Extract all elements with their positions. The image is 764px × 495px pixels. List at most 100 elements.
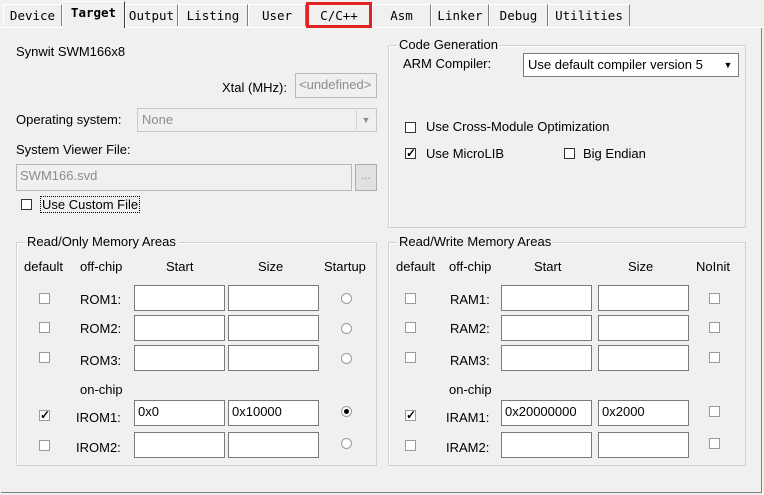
ram2-default-checkbox[interactable] — [405, 322, 416, 333]
svd-browse-button[interactable]: ... — [355, 164, 377, 191]
compiler-label: ARM Compiler: — [403, 56, 492, 71]
ram3-label: RAM3: — [450, 353, 490, 368]
microlib-label: Use MicroLIB — [426, 146, 505, 161]
ram1-start-input[interactable] — [501, 285, 592, 311]
ram1-noinit-checkbox[interactable] — [709, 293, 720, 304]
ram1-label: RAM1: — [450, 292, 490, 307]
ram3-start-input[interactable] — [501, 345, 592, 371]
tab-debug[interactable]: Debug — [489, 4, 548, 26]
ram3-noinit-checkbox[interactable] — [709, 352, 720, 363]
rom3-default-checkbox[interactable] — [39, 352, 50, 363]
iram1-noinit-checkbox[interactable] — [709, 406, 720, 417]
ram2-start-input[interactable] — [501, 315, 592, 341]
rom2-label: ROM2: — [80, 321, 122, 336]
os-label: Operating system: — [16, 112, 122, 127]
ram2-size-input[interactable] — [598, 315, 689, 341]
ram2-label: RAM2: — [450, 321, 490, 336]
checkmark-icon: ✓ — [40, 408, 51, 422]
rw-header-size: Size — [628, 259, 654, 274]
cross-module-checkbox[interactable] — [405, 122, 416, 133]
custom-file-label: Use Custom File — [40, 196, 141, 213]
rom2-default-checkbox[interactable] — [39, 322, 50, 333]
rom3-startup-radio[interactable] — [341, 353, 352, 364]
irom1-label: IROM1: — [76, 410, 121, 425]
code-generation-title: Code Generation — [397, 37, 501, 52]
iram2-size-input[interactable] — [598, 432, 689, 458]
iram1-size-input[interactable]: 0x2000 — [598, 400, 689, 426]
ram2-noinit-checkbox[interactable] — [709, 322, 720, 333]
irom1-size-input[interactable]: 0x10000 — [228, 400, 319, 426]
tab-target[interactable]: Target — [62, 1, 125, 28]
ram1-default-checkbox[interactable] — [405, 293, 416, 304]
rw-header-offchip: off-chip — [449, 259, 492, 274]
tab-user[interactable]: User — [248, 4, 306, 26]
irom1-startup-radio[interactable] — [341, 406, 352, 417]
rom2-startup-radio[interactable] — [341, 323, 352, 334]
big-endian-label: Big Endian — [583, 146, 646, 161]
ro-header-default: default — [24, 259, 64, 274]
tab-linker[interactable]: Linker — [431, 4, 489, 26]
irom1-default-checkbox[interactable]: ✓ — [39, 408, 51, 422]
rom3-size-input[interactable] — [228, 345, 319, 371]
tab-listing[interactable]: Listing — [178, 4, 248, 26]
irom2-default-checkbox[interactable] — [39, 440, 50, 451]
checkmark-icon: ✓ — [406, 408, 417, 422]
xtal-field[interactable]: <undefined> — [295, 73, 377, 98]
os-select-value: None — [142, 112, 174, 127]
irom2-size-input[interactable] — [228, 432, 319, 458]
os-select[interactable]: None ▼ — [137, 108, 377, 132]
xtal-label: Xtal (MHz): — [222, 80, 287, 95]
irom1-start-input[interactable]: 0x0 — [134, 400, 225, 426]
iram2-noinit-checkbox[interactable] — [709, 438, 720, 449]
tab-device[interactable]: Device — [3, 4, 62, 26]
chevron-down-icon: ▼ — [356, 110, 375, 130]
chevron-down-icon: ▼ — [723, 60, 733, 70]
rw-header-noinit: NoInit — [696, 259, 730, 274]
irom2-start-input[interactable] — [134, 432, 225, 458]
tab-asm[interactable]: Asm — [372, 4, 431, 26]
compiler-select-value: Use default compiler version 5 — [528, 57, 703, 72]
tab-output[interactable]: Output — [125, 4, 178, 26]
rom1-size-input[interactable] — [228, 285, 319, 311]
ram3-size-input[interactable] — [598, 345, 689, 371]
rom1-startup-radio[interactable] — [341, 293, 352, 304]
irom2-startup-radio[interactable] — [341, 438, 352, 449]
ro-onchip-label: on-chip — [80, 382, 123, 397]
ro-header-offchip: off-chip — [80, 259, 123, 274]
tab-bar: Device Target Output Listing User C/C++ … — [0, 0, 764, 30]
device-name: Synwit SWM166x8 — [16, 44, 126, 59]
rom2-start-input[interactable] — [134, 315, 225, 341]
cross-module-label: Use Cross-Module Optimization — [426, 119, 610, 134]
rom2-size-input[interactable] — [228, 315, 319, 341]
rw-header-start: Start — [534, 259, 562, 274]
big-endian-checkbox[interactable] — [564, 148, 575, 159]
iram1-label: IRAM1: — [446, 410, 490, 425]
compiler-select[interactable]: Use default compiler version 5 ▼ — [523, 53, 739, 77]
iram2-start-input[interactable] — [501, 432, 592, 458]
rw-header-default: default — [396, 259, 436, 274]
rom1-start-input[interactable] — [134, 285, 225, 311]
ro-header-start: Start — [166, 259, 194, 274]
svd-label: System Viewer File: — [16, 142, 131, 157]
tab-utilities[interactable]: Utilities — [548, 4, 630, 26]
ram1-size-input[interactable] — [598, 285, 689, 311]
ram3-default-checkbox[interactable] — [405, 352, 416, 363]
rom1-default-checkbox[interactable] — [39, 293, 50, 304]
rom1-label: ROM1: — [80, 292, 122, 307]
tab-c-cpp[interactable]: C/C++ — [306, 2, 372, 28]
ro-header-size: Size — [258, 259, 284, 274]
iram1-default-checkbox[interactable]: ✓ — [405, 408, 417, 422]
microlib-checkbox[interactable]: ✓ — [405, 146, 417, 160]
rw-memory-title: Read/Write Memory Areas — [397, 234, 554, 249]
checkmark-icon: ✓ — [406, 146, 417, 160]
rom3-start-input[interactable] — [134, 345, 225, 371]
irom2-label: IROM2: — [76, 440, 121, 455]
rom3-label: ROM3: — [80, 353, 122, 368]
rw-onchip-label: on-chip — [449, 382, 492, 397]
iram1-start-input[interactable]: 0x20000000 — [501, 400, 592, 426]
iram2-default-checkbox[interactable] — [405, 440, 416, 451]
custom-file-checkbox[interactable] — [21, 199, 32, 210]
ro-header-startup: Startup — [324, 259, 366, 274]
svd-field[interactable]: SWM166.svd — [16, 164, 352, 191]
ro-memory-title: Read/Only Memory Areas — [25, 234, 178, 249]
